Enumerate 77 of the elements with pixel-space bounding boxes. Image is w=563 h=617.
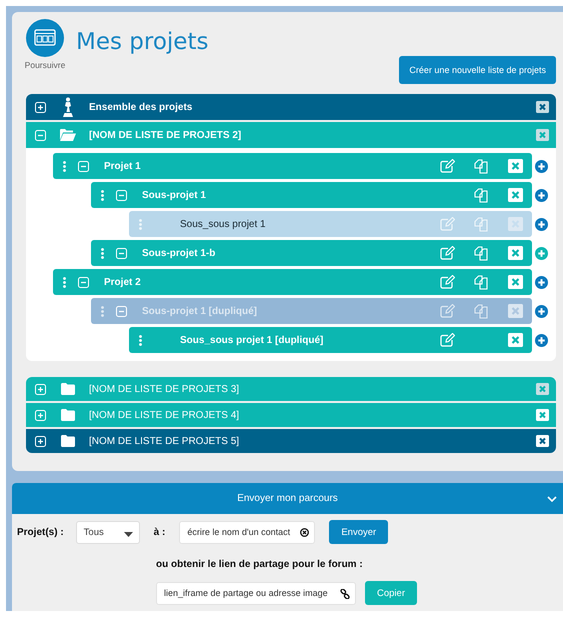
drag-handle-icon[interactable] (139, 334, 142, 346)
project-name: Sous_sous projet 1 [dupliqué] (180, 334, 324, 346)
project-name: Projet 2 (104, 276, 142, 288)
copy-icon[interactable] (474, 188, 488, 202)
add-icon[interactable] (535, 276, 548, 288)
list-header[interactable]: [NOM DE LISTE DE PROJETS 2] (26, 122, 556, 148)
copy-icon[interactable] (474, 304, 488, 318)
send-button[interactable]: Envoyer (329, 520, 388, 544)
logo-caption: Poursuivre (24, 60, 66, 70)
list-name: [NOM DE LISTE DE PROJETS 2] (89, 130, 242, 140)
copy-icon[interactable] (474, 158, 488, 174)
share-link-field[interactable]: lien_iframe de partage ou adresse image (156, 582, 356, 604)
folder-icon (61, 383, 75, 395)
statue-icon (62, 97, 74, 117)
list-name: [NOM DE LISTE DE PROJETS 4] (89, 410, 240, 420)
list-header[interactable]: Ensemble des projets (26, 94, 556, 120)
edit-icon[interactable] (440, 159, 454, 173)
project-row[interactable]: Projet 1 (53, 153, 532, 179)
copy-icon[interactable] (474, 246, 488, 260)
copy-button[interactable]: Copier (365, 581, 417, 605)
open-folder-icon (60, 129, 76, 141)
collapse-icon[interactable] (116, 248, 127, 258)
list-name: [NOM DE LISTE DE PROJETS 3] (89, 384, 240, 394)
project-name: Sous-projet 1 [dupliqué] (142, 306, 258, 316)
folder-icon (61, 435, 75, 447)
project-name: Sous-projet 1-b (142, 248, 216, 258)
expand-icon[interactable] (35, 102, 46, 112)
collapse-icon[interactable] (116, 190, 127, 200)
share-link-label: ou obtenir le lien de partage pour le forum : (156, 559, 363, 570)
edit-icon[interactable] (440, 304, 454, 318)
projects-label: Projet(s) : (17, 526, 64, 538)
contact-field[interactable]: écrire le nom d'un contact (179, 520, 316, 544)
collapse-icon[interactable] (116, 306, 127, 316)
add-icon[interactable] (535, 188, 548, 202)
project-row[interactable]: Sous_sous projet 1 [dupliqué] (129, 327, 532, 353)
list-name: Ensemble des projets (89, 102, 194, 112)
edit-icon[interactable] (440, 246, 454, 260)
collapse-icon[interactable] (78, 160, 89, 172)
link-icon (340, 588, 350, 598)
add-icon[interactable] (535, 218, 548, 230)
clear-icon[interactable] (300, 528, 310, 536)
edit-icon[interactable] (440, 333, 454, 347)
project-row[interactable]: Projet 2 (53, 269, 532, 295)
project-name: Sous-projet 1 (142, 190, 207, 200)
send-panel-title: Envoyer mon parcours (237, 493, 338, 504)
add-icon[interactable] (535, 160, 548, 172)
projects-dropdown[interactable]: Tous (76, 520, 140, 544)
chevron-down-icon[interactable] (547, 496, 557, 502)
drag-handle-icon[interactable] (101, 190, 104, 200)
collapse-icon[interactable] (35, 130, 46, 140)
drag-handle-icon[interactable] (101, 306, 104, 316)
add-icon[interactable] (535, 334, 548, 346)
list-header[interactable]: [NOM DE LISTE DE PROJETS 5] (26, 429, 556, 453)
create-list-button[interactable]: Créer une nouvelle liste de projets (399, 56, 556, 84)
edit-icon[interactable] (440, 275, 454, 289)
project-name: Projet 1 (104, 160, 142, 172)
window-icon (26, 19, 64, 57)
caret-icon (124, 532, 133, 537)
to-label: à : (154, 526, 166, 538)
project-row[interactable]: Sous-projet 1 [dupliqué] (91, 298, 532, 324)
drag-handle-icon[interactable] (63, 160, 66, 172)
delete-icon[interactable] (536, 101, 549, 113)
collapse-icon[interactable] (78, 276, 89, 288)
folder-icon (61, 409, 75, 421)
drag-handle-icon[interactable] (101, 248, 104, 258)
drag-handle-icon[interactable] (63, 276, 66, 288)
page-title: Mes projets (76, 29, 208, 57)
project-row[interactable]: Sous-projet 1-b (91, 240, 532, 266)
delete-icon[interactable] (536, 435, 549, 447)
expand-icon[interactable] (35, 436, 46, 446)
list-name: [NOM DE LISTE DE PROJETS 5] (89, 436, 240, 446)
project-name: Sous_sous projet 1 (180, 218, 267, 230)
add-icon[interactable] (535, 304, 548, 318)
add-icon[interactable] (535, 246, 548, 260)
copy-icon[interactable] (474, 274, 488, 290)
project-row[interactable]: Sous-projet 1 (91, 182, 532, 208)
send-panel-header[interactable]: Envoyer mon parcours (12, 483, 563, 514)
